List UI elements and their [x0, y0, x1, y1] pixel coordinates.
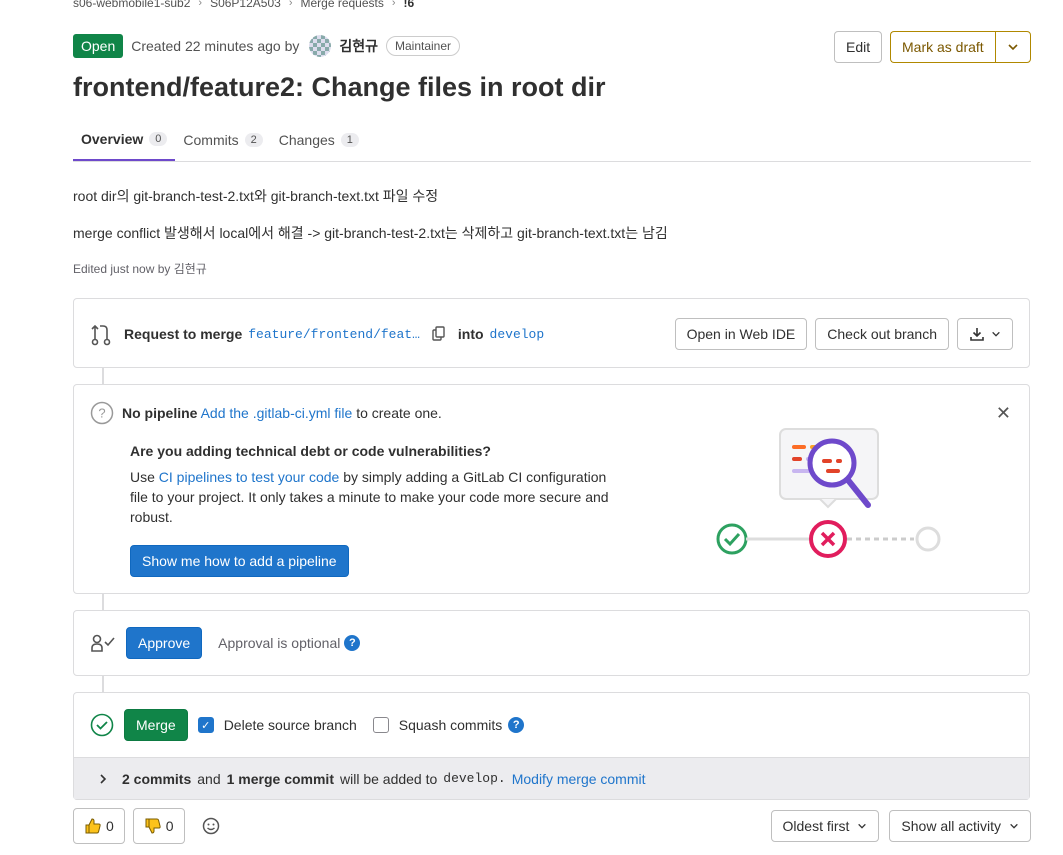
chevron-down-icon	[858, 823, 867, 829]
merge-request-icon	[91, 324, 111, 346]
tab-count: 2	[244, 132, 263, 147]
description-line-1: root dir의 git-branch-test-2.txt와 git-bra…	[73, 188, 439, 204]
breadcrumb-project[interactable]: S06P12A503	[210, 0, 281, 10]
timeline-connector	[102, 594, 104, 610]
thumbs-up-button[interactable]: 0	[73, 808, 125, 844]
open-web-ide-button[interactable]: Open in Web IDE	[674, 318, 808, 350]
and-text: and	[197, 770, 221, 787]
sort-label: Oldest first	[782, 818, 850, 834]
created-text: Created 22 minutes ago by	[131, 38, 300, 54]
thumbs-up-icon	[85, 818, 101, 834]
close-icon[interactable]: ✕	[996, 403, 1011, 424]
help-icon[interactable]: ?	[508, 717, 525, 733]
will-be-added-text: will be added to	[339, 770, 438, 787]
add-ci-file-suffix: to create one.	[356, 405, 442, 421]
award-and-sort-bar: 0 0 Oldest first Show all activity	[73, 808, 1031, 844]
copy-icon[interactable]	[432, 326, 446, 342]
chevron-right-icon: ›	[391, 0, 396, 9]
delete-source-branch-label: Delete source branch	[223, 717, 357, 733]
tab-commits[interactable]: Commits 2	[175, 118, 270, 161]
sort-dropdown[interactable]: Oldest first	[770, 810, 880, 842]
target-branch-link[interactable]: develop	[490, 327, 545, 342]
check-out-branch-button[interactable]: Check out branch	[815, 318, 949, 350]
tab-label: Overview	[81, 130, 144, 147]
timeline-connector	[102, 676, 104, 692]
tab-count: 1	[340, 132, 359, 147]
chevron-down-icon	[1010, 823, 1018, 829]
svg-text:?: ?	[98, 406, 105, 421]
approval-widget: Approve Approval is optional ?	[73, 610, 1030, 676]
mark-as-draft-button[interactable]: Mark as draft	[890, 31, 995, 63]
breadcrumb: s06-webmobile1-sub2 › S06P12A503 › Merge…	[73, 0, 414, 10]
pipeline-illustration	[716, 428, 941, 558]
mr-header: Open Created 22 minutes ago by 김현규 Maint…	[73, 34, 461, 58]
tab-changes[interactable]: Changes 1	[271, 118, 367, 161]
draft-dropdown-button[interactable]	[994, 31, 1031, 63]
approve-button[interactable]: Approve	[126, 627, 203, 659]
pipeline-status: No pipeline Add the .gitlab-ci.yml file …	[122, 405, 442, 421]
pipeline-widget: ? No pipeline Add the .gitlab-ci.yml fil…	[73, 384, 1030, 594]
modify-merge-commit-link[interactable]: Modify merge commit	[512, 771, 646, 787]
breadcrumb-group[interactable]: s06-webmobile1-sub2	[73, 0, 190, 10]
thumbs-down-icon	[145, 818, 161, 834]
smiley-icon	[202, 817, 219, 835]
no-pipeline-label: No pipeline	[122, 405, 198, 421]
squash-commits-label: Squash commits	[398, 717, 503, 733]
merge-commit-summary: 2 commits and 1 merge commit will be add…	[74, 757, 1029, 799]
description-line-2: merge conflict 발생해서 local에서 해결 -> git-br…	[73, 225, 668, 241]
download-dropdown-button[interactable]	[957, 318, 1013, 350]
breadcrumb-current[interactable]: !6	[404, 0, 415, 10]
merge-request-widget: Request to merge feature/frontend/feat… …	[73, 298, 1030, 368]
tab-label: Changes	[278, 131, 335, 148]
pipeline-text: Use CI pipelines to test your code by si…	[130, 467, 620, 527]
check-circle-icon	[90, 713, 114, 737]
chevron-right-icon: ›	[198, 0, 203, 9]
page-title: frontend/feature2: Change files in root …	[73, 72, 606, 102]
question-icon: ?	[90, 401, 114, 425]
timeline-connector	[102, 368, 104, 384]
add-reaction-button[interactable]	[193, 808, 229, 844]
author-link[interactable]: 김현규	[339, 36, 378, 56]
delete-source-branch-checkbox[interactable]: ✓	[197, 717, 214, 733]
role-badge: Maintainer	[386, 36, 461, 56]
draft-button-group: Mark as draft	[890, 31, 1031, 63]
breadcrumb-merge-requests[interactable]: Merge requests	[300, 0, 383, 10]
show-pipeline-how-to-button[interactable]: Show me how to add a pipeline	[130, 545, 349, 577]
squash-commits-checkbox[interactable]	[372, 717, 389, 733]
merge-button[interactable]: Merge	[124, 709, 188, 741]
avatar[interactable]	[309, 35, 332, 57]
commits-count: 2 commits	[122, 770, 192, 787]
activity-filter-dropdown[interactable]: Show all activity	[889, 810, 1031, 842]
help-icon[interactable]: ?	[344, 635, 361, 651]
edited-note: Edited just now by 김현규	[73, 262, 207, 276]
ci-pipelines-link[interactable]: CI pipelines to test your code	[159, 469, 340, 485]
chevron-down-icon	[992, 331, 1000, 337]
filter-label: Show all activity	[901, 818, 1001, 834]
approval-icon	[91, 634, 115, 652]
chevron-right-icon: ›	[288, 0, 293, 9]
approval-optional-text: Approval is optional	[218, 635, 341, 651]
thumbs-down-count: 0	[165, 818, 174, 834]
edit-button[interactable]: Edit	[834, 31, 883, 63]
download-icon	[970, 328, 984, 341]
status-badge: Open	[73, 34, 124, 58]
chevron-down-icon	[1008, 44, 1018, 51]
request-to-merge-label: Request to merge	[124, 326, 243, 342]
merge-commit-count: 1 merge commit	[226, 770, 334, 787]
merge-widget: Merge ✓ Delete source branch Squash comm…	[73, 692, 1030, 800]
thumbs-up-count: 0	[106, 818, 114, 834]
pipeline-text-pre: Use	[130, 469, 155, 485]
target-branch-name: develop.	[443, 771, 506, 786]
tab-label: Commits	[183, 131, 239, 148]
pipeline-question: Are you adding technical debt or code vu…	[130, 443, 491, 459]
thumbs-down-button[interactable]: 0	[132, 808, 185, 844]
mr-tabs: Overview 0 Commits 2 Changes 1	[73, 118, 1031, 162]
tab-overview[interactable]: Overview 0	[73, 118, 176, 161]
chevron-right-icon[interactable]	[98, 773, 108, 785]
add-ci-file-link[interactable]: Add the .gitlab-ci.yml file	[201, 405, 353, 421]
source-branch-link[interactable]: feature/frontend/feat…	[248, 327, 420, 342]
tab-count: 0	[149, 131, 168, 146]
into-label: into	[457, 326, 484, 342]
